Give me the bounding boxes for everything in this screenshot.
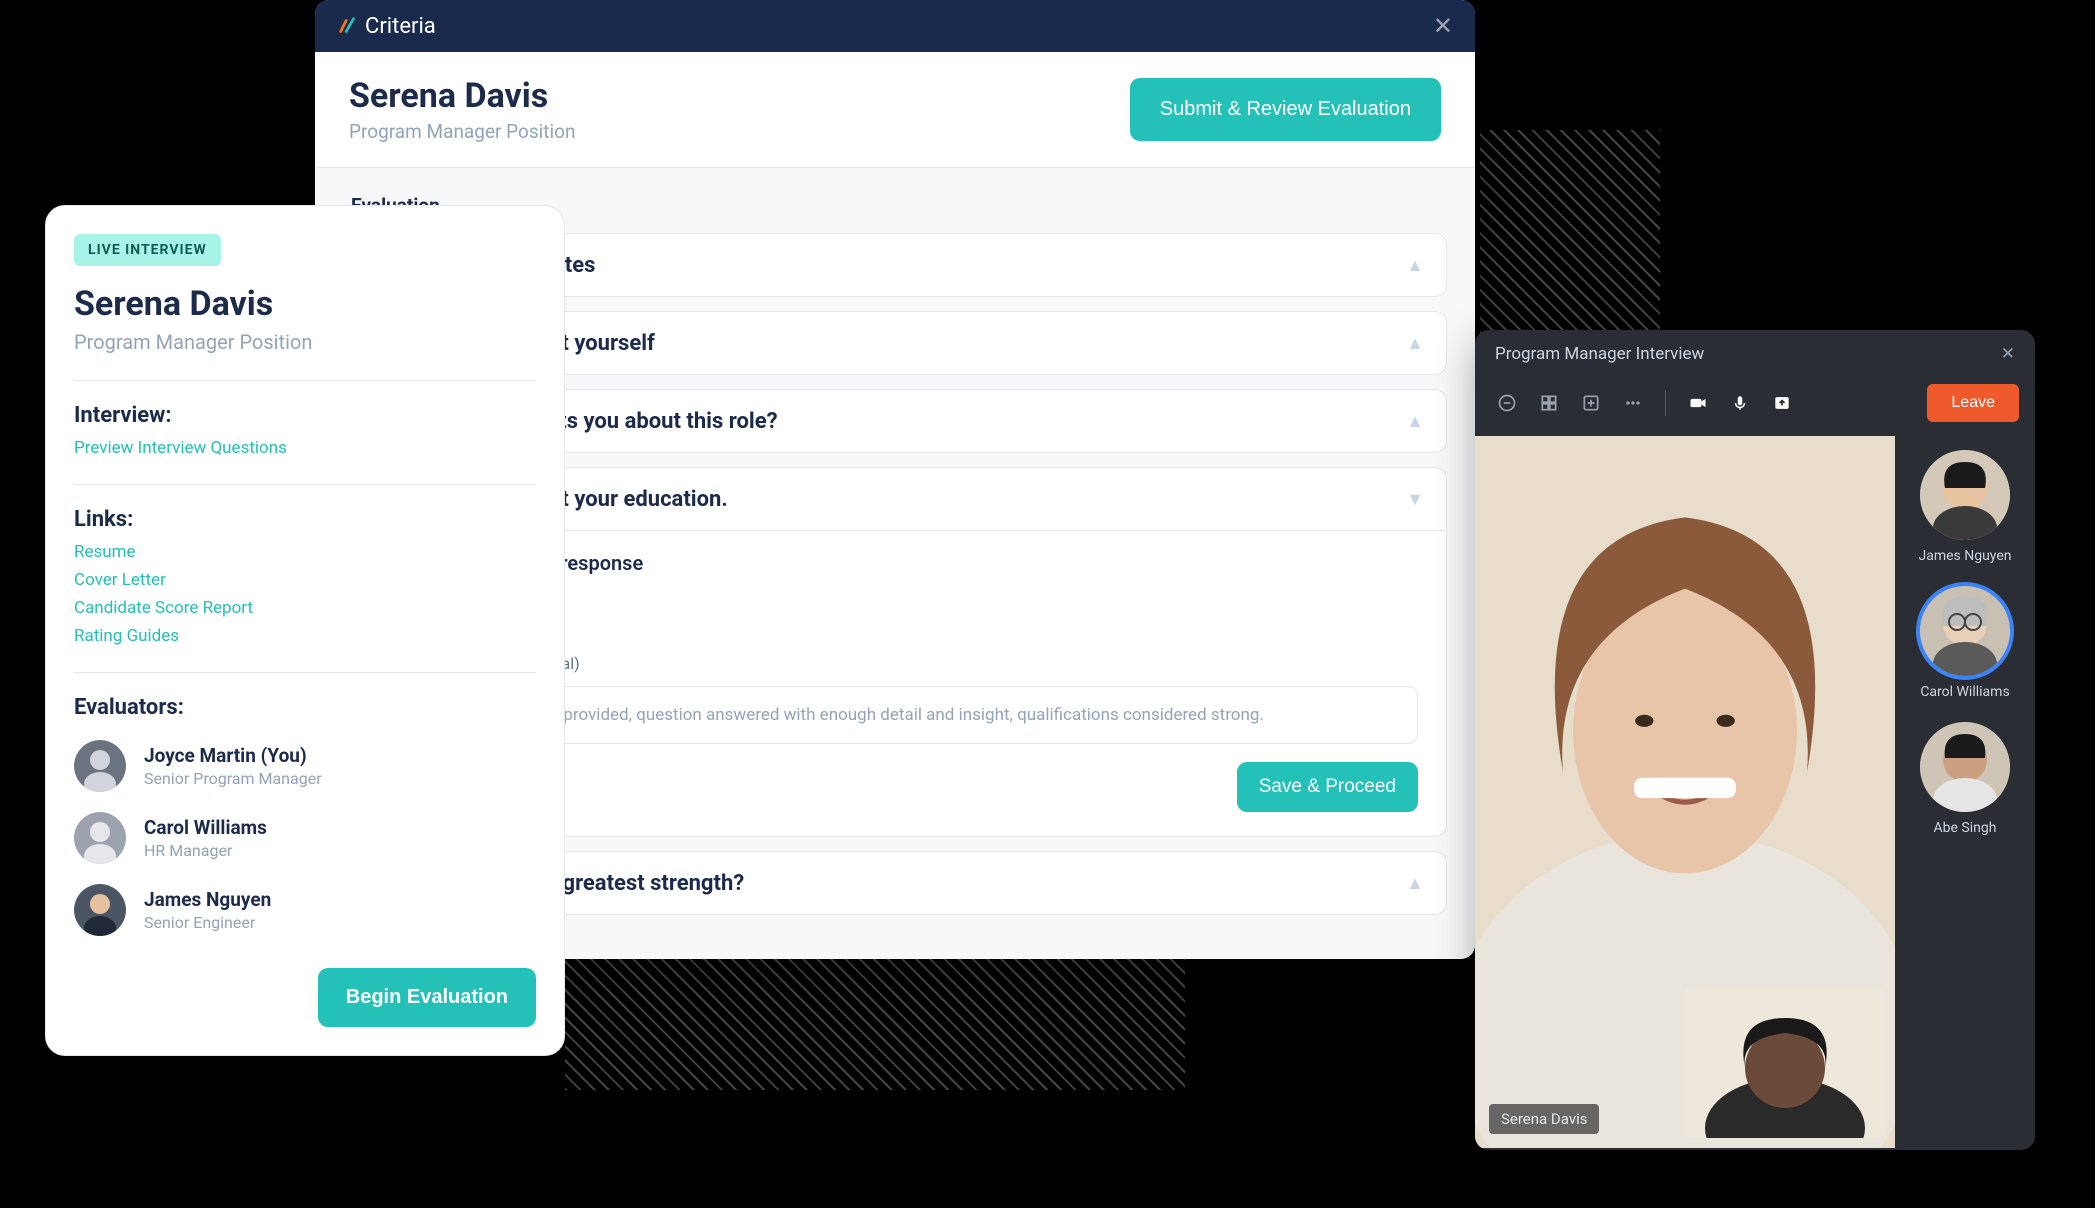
- submit-evaluation-button[interactable]: Submit & Review Evaluation: [1130, 78, 1441, 141]
- share-screen-icon[interactable]: [1766, 387, 1798, 419]
- save-proceed-button[interactable]: Save & Proceed: [1237, 762, 1418, 812]
- video-body: Serena Davis James Nguyen Carol Williams: [1475, 436, 2035, 1148]
- candidate-name: Serena Davis: [349, 76, 575, 116]
- participant-thumbnail[interactable]: [1920, 586, 2010, 676]
- main-video: Serena Davis: [1475, 436, 1895, 1148]
- toolbar-divider: [1665, 390, 1666, 416]
- panel-header: Criteria ✕: [315, 0, 1475, 52]
- participant-name: Abe Singh: [1934, 820, 1997, 836]
- participant-thumbnail[interactable]: [1920, 450, 2010, 540]
- candidate-card: LIVE INTERVIEW Serena Davis Program Mana…: [45, 205, 565, 1056]
- evaluator-role: HR Manager: [144, 841, 267, 860]
- resume-link[interactable]: Resume: [74, 542, 536, 562]
- begin-evaluation-button[interactable]: Begin Evaluation: [318, 968, 536, 1027]
- close-icon[interactable]: ✕: [1433, 12, 1453, 40]
- evaluator-role: Senior Engineer: [144, 913, 271, 932]
- close-icon[interactable]: ✕: [2001, 344, 2015, 364]
- chat-icon[interactable]: [1491, 387, 1523, 419]
- avatar: [74, 884, 126, 936]
- participant-name: Carol Williams: [1920, 684, 2009, 700]
- video-title: Program Manager Interview: [1495, 344, 1704, 364]
- evaluator-name: Carol Williams: [144, 816, 267, 839]
- chevron-up-icon: ▲: [1406, 255, 1424, 276]
- grid-icon[interactable]: [1533, 387, 1565, 419]
- chevron-down-icon: ▼: [1406, 489, 1424, 510]
- video-call-panel: Program Manager Interview ✕ Leave: [1475, 330, 2035, 1150]
- camera-icon[interactable]: [1682, 387, 1714, 419]
- chevron-up-icon: ▲: [1406, 873, 1424, 894]
- avatar: [74, 812, 126, 864]
- evaluators-label: Evaluators:: [74, 695, 536, 720]
- participant-name-tag: Serena Davis: [1489, 1104, 1599, 1134]
- candidate-name: Serena Davis: [74, 284, 536, 324]
- cover-letter-link[interactable]: Cover Letter: [74, 570, 536, 590]
- interview-section: Interview: Preview Interview Questions: [74, 380, 536, 458]
- participant-thumbnail[interactable]: [1920, 722, 2010, 812]
- rating-guides-link[interactable]: Rating Guides: [74, 626, 536, 646]
- video-toolbar: Leave: [1475, 378, 2035, 436]
- candidate-position: Program Manager Position: [349, 120, 575, 143]
- avatar: [74, 740, 126, 792]
- self-video: [1685, 988, 1885, 1138]
- evaluator-row: Carol Williams HR Manager: [74, 812, 536, 864]
- evaluator-name: Joyce Martin (You): [144, 744, 322, 767]
- panel-titlebar: Serena Davis Program Manager Position Su…: [315, 52, 1475, 168]
- participants-sidebar: James Nguyen Carol Williams Abe Singh: [1895, 436, 2035, 1148]
- brand-icon: [337, 15, 359, 37]
- evaluator-name: James Nguyen: [144, 888, 271, 911]
- live-interview-badge: LIVE INTERVIEW: [74, 234, 221, 266]
- evaluator-role: Senior Program Manager: [144, 769, 322, 788]
- self-view[interactable]: [1685, 988, 1885, 1138]
- links-section: Links: Resume Cover Letter Candidate Sco…: [74, 484, 536, 646]
- video-header: Program Manager Interview ✕: [1475, 330, 2035, 378]
- interview-label: Interview:: [74, 403, 536, 428]
- participant-name: James Nguyen: [1919, 548, 2012, 564]
- chevron-up-icon: ▲: [1406, 411, 1424, 432]
- evaluator-row: James Nguyen Senior Engineer: [74, 884, 536, 936]
- microphone-icon[interactable]: [1724, 387, 1756, 419]
- chevron-up-icon: ▲: [1406, 333, 1424, 354]
- preview-questions-link[interactable]: Preview Interview Questions: [74, 438, 536, 458]
- decoration-hatch: [565, 940, 1185, 1090]
- brand-text: Criteria: [365, 14, 436, 39]
- links-label: Links:: [74, 507, 536, 532]
- candidate-position: Program Manager Position: [74, 330, 536, 354]
- score-report-link[interactable]: Candidate Score Report: [74, 598, 536, 618]
- evaluators-section: Evaluators: Joyce Martin (You) Senior Pr…: [74, 672, 536, 936]
- add-icon[interactable]: [1575, 387, 1607, 419]
- evaluator-row: Joyce Martin (You) Senior Program Manage…: [74, 740, 536, 792]
- more-icon[interactable]: [1617, 387, 1649, 419]
- leave-button[interactable]: Leave: [1927, 384, 2019, 422]
- brand-logo: Criteria: [337, 14, 436, 39]
